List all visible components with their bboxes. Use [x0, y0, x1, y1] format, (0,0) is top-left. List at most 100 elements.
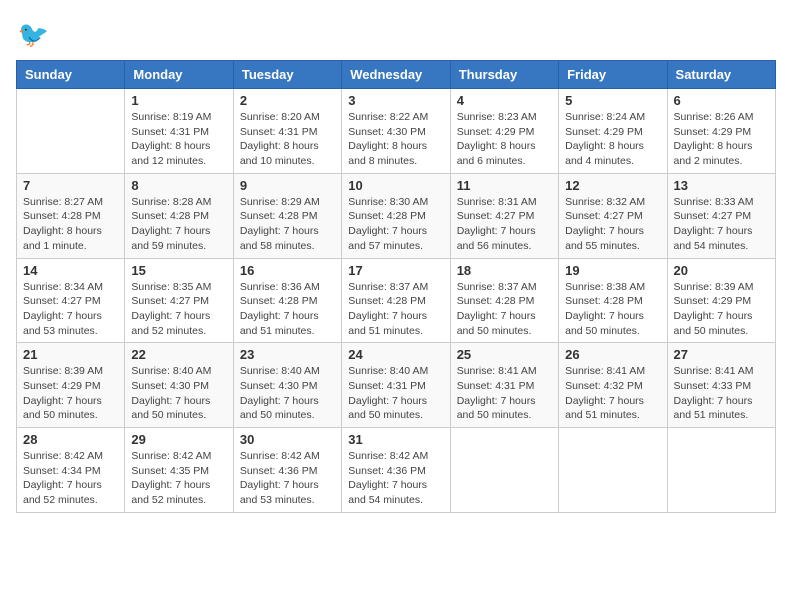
day-number: 26: [565, 347, 660, 362]
calendar-cell: 24 Sunrise: 8:40 AM Sunset: 4:31 PM Dayli…: [342, 343, 450, 428]
day-info: Sunrise: 8:42 AM Sunset: 4:34 PM Dayligh…: [23, 449, 118, 508]
calendar-cell: 19 Sunrise: 8:38 AM Sunset: 4:28 PM Dayli…: [559, 258, 667, 343]
day-info: Sunrise: 8:19 AM Sunset: 4:31 PM Dayligh…: [131, 110, 226, 169]
calendar-cell: 2Sunrise: 8:20 AM Sunset: 4:31 PM Daylig…: [233, 89, 341, 174]
day-number: 6: [674, 93, 769, 108]
calendar-cell: 29 Sunrise: 8:42 AM Sunset: 4:35 PM Dayli…: [125, 428, 233, 513]
day-number: 17: [348, 263, 443, 278]
calendar-cell: 23 Sunrise: 8:40 AM Sunset: 4:30 PM Dayli…: [233, 343, 341, 428]
calendar-cell: 4 Sunrise: 8:23 AM Sunset: 4:29 PM Daylig…: [450, 89, 558, 174]
calendar-cell: [17, 89, 125, 174]
day-info: Sunrise: 8:39 AM Sunset: 4:29 PM Dayligh…: [23, 364, 118, 423]
day-info: Sunrise: 8:29 AM Sunset: 4:28 PM Dayligh…: [240, 195, 335, 254]
day-info: Sunrise: 8:31 AM Sunset: 4:27 PM Dayligh…: [457, 195, 552, 254]
day-number: 4: [457, 93, 552, 108]
day-number: 16: [240, 263, 335, 278]
calendar-cell: 5 Sunrise: 8:24 AM Sunset: 4:29 PM Daylig…: [559, 89, 667, 174]
calendar-cell: 6Sunrise: 8:26 AM Sunset: 4:29 PM Daylig…: [667, 89, 775, 174]
calendar-cell: 30 Sunrise: 8:42 AM Sunset: 4:36 PM Dayli…: [233, 428, 341, 513]
day-info: Sunrise: 8:33 AM Sunset: 4:27 PM Dayligh…: [674, 195, 769, 254]
calendar-cell: 31Sunrise: 8:42 AM Sunset: 4:36 PM Dayli…: [342, 428, 450, 513]
calendar-week-5: 28 Sunrise: 8:42 AM Sunset: 4:34 PM Dayli…: [17, 428, 776, 513]
day-info: Sunrise: 8:32 AM Sunset: 4:27 PM Dayligh…: [565, 195, 660, 254]
column-header-monday: Monday: [125, 61, 233, 89]
calendar-cell: 15 Sunrise: 8:35 AM Sunset: 4:27 PM Dayli…: [125, 258, 233, 343]
day-number: 14: [23, 263, 118, 278]
day-info: Sunrise: 8:40 AM Sunset: 4:30 PM Dayligh…: [240, 364, 335, 423]
calendar-week-3: 14 Sunrise: 8:34 AM Sunset: 4:27 PM Dayli…: [17, 258, 776, 343]
calendar-cell: 1Sunrise: 8:19 AM Sunset: 4:31 PM Daylig…: [125, 89, 233, 174]
day-info: Sunrise: 8:38 AM Sunset: 4:28 PM Dayligh…: [565, 280, 660, 339]
calendar-cell: 9 Sunrise: 8:29 AM Sunset: 4:28 PM Daylig…: [233, 173, 341, 258]
calendar-cell: 14 Sunrise: 8:34 AM Sunset: 4:27 PM Dayli…: [17, 258, 125, 343]
day-info: Sunrise: 8:27 AM Sunset: 4:28 PM Dayligh…: [23, 195, 118, 254]
calendar-cell: 7Sunrise: 8:27 AM Sunset: 4:28 PM Daylig…: [17, 173, 125, 258]
day-number: 5: [565, 93, 660, 108]
calendar-cell: 16 Sunrise: 8:36 AM Sunset: 4:28 PM Dayli…: [233, 258, 341, 343]
day-number: 13: [674, 178, 769, 193]
day-number: 29: [131, 432, 226, 447]
calendar-cell: 17 Sunrise: 8:37 AM Sunset: 4:28 PM Dayli…: [342, 258, 450, 343]
day-number: 31: [348, 432, 443, 447]
day-info: Sunrise: 8:30 AM Sunset: 4:28 PM Dayligh…: [348, 195, 443, 254]
calendar-cell: 8 Sunrise: 8:28 AM Sunset: 4:28 PM Daylig…: [125, 173, 233, 258]
calendar-cell: 3 Sunrise: 8:22 AM Sunset: 4:30 PM Daylig…: [342, 89, 450, 174]
calendar-week-4: 21Sunrise: 8:39 AM Sunset: 4:29 PM Dayli…: [17, 343, 776, 428]
column-header-tuesday: Tuesday: [233, 61, 341, 89]
calendar-header-row: SundayMondayTuesdayWednesdayThursdayFrid…: [17, 61, 776, 89]
day-number: 20: [674, 263, 769, 278]
column-header-saturday: Saturday: [667, 61, 775, 89]
day-info: Sunrise: 8:39 AM Sunset: 4:29 PM Dayligh…: [674, 280, 769, 339]
day-number: 15: [131, 263, 226, 278]
day-info: Sunrise: 8:28 AM Sunset: 4:28 PM Dayligh…: [131, 195, 226, 254]
day-info: Sunrise: 8:36 AM Sunset: 4:28 PM Dayligh…: [240, 280, 335, 339]
day-number: 25: [457, 347, 552, 362]
calendar-week-1: 1Sunrise: 8:19 AM Sunset: 4:31 PM Daylig…: [17, 89, 776, 174]
calendar-cell: 22 Sunrise: 8:40 AM Sunset: 4:30 PM Dayli…: [125, 343, 233, 428]
day-number: 18: [457, 263, 552, 278]
logo-icon: 🐦: [16, 16, 52, 52]
day-number: 9: [240, 178, 335, 193]
calendar-cell: 18Sunrise: 8:37 AM Sunset: 4:28 PM Dayli…: [450, 258, 558, 343]
day-info: Sunrise: 8:22 AM Sunset: 4:30 PM Dayligh…: [348, 110, 443, 169]
day-number: 23: [240, 347, 335, 362]
calendar-cell: [667, 428, 775, 513]
day-number: 19: [565, 263, 660, 278]
calendar-cell: 21Sunrise: 8:39 AM Sunset: 4:29 PM Dayli…: [17, 343, 125, 428]
day-info: Sunrise: 8:34 AM Sunset: 4:27 PM Dayligh…: [23, 280, 118, 339]
calendar-cell: 11 Sunrise: 8:31 AM Sunset: 4:27 PM Dayli…: [450, 173, 558, 258]
svg-text:🐦: 🐦: [18, 21, 49, 49]
day-number: 11: [457, 178, 552, 193]
day-number: 22: [131, 347, 226, 362]
calendar-cell: 20 Sunrise: 8:39 AM Sunset: 4:29 PM Dayli…: [667, 258, 775, 343]
day-number: 12: [565, 178, 660, 193]
column-header-sunday: Sunday: [17, 61, 125, 89]
day-info: Sunrise: 8:41 AM Sunset: 4:32 PM Dayligh…: [565, 364, 660, 423]
day-info: Sunrise: 8:40 AM Sunset: 4:31 PM Dayligh…: [348, 364, 443, 423]
day-number: 24: [348, 347, 443, 362]
calendar-cell: 27 Sunrise: 8:41 AM Sunset: 4:33 PM Dayli…: [667, 343, 775, 428]
day-number: 10: [348, 178, 443, 193]
day-number: 3: [348, 93, 443, 108]
day-info: Sunrise: 8:42 AM Sunset: 4:36 PM Dayligh…: [240, 449, 335, 508]
column-header-thursday: Thursday: [450, 61, 558, 89]
day-number: 8: [131, 178, 226, 193]
day-info: Sunrise: 8:23 AM Sunset: 4:29 PM Dayligh…: [457, 110, 552, 169]
day-info: Sunrise: 8:41 AM Sunset: 4:33 PM Dayligh…: [674, 364, 769, 423]
day-number: 30: [240, 432, 335, 447]
day-info: Sunrise: 8:40 AM Sunset: 4:30 PM Dayligh…: [131, 364, 226, 423]
calendar-cell: 26 Sunrise: 8:41 AM Sunset: 4:32 PM Dayli…: [559, 343, 667, 428]
day-info: Sunrise: 8:35 AM Sunset: 4:27 PM Dayligh…: [131, 280, 226, 339]
day-info: Sunrise: 8:41 AM Sunset: 4:31 PM Dayligh…: [457, 364, 552, 423]
calendar-cell: 12 Sunrise: 8:32 AM Sunset: 4:27 PM Dayli…: [559, 173, 667, 258]
day-info: Sunrise: 8:24 AM Sunset: 4:29 PM Dayligh…: [565, 110, 660, 169]
day-number: 27: [674, 347, 769, 362]
day-info: Sunrise: 8:42 AM Sunset: 4:35 PM Dayligh…: [131, 449, 226, 508]
calendar-cell: 28 Sunrise: 8:42 AM Sunset: 4:34 PM Dayli…: [17, 428, 125, 513]
day-number: 28: [23, 432, 118, 447]
calendar-table: SundayMondayTuesdayWednesdayThursdayFrid…: [16, 60, 776, 513]
calendar-cell: [559, 428, 667, 513]
column-header-friday: Friday: [559, 61, 667, 89]
day-info: Sunrise: 8:37 AM Sunset: 4:28 PM Dayligh…: [348, 280, 443, 339]
calendar-week-2: 7Sunrise: 8:27 AM Sunset: 4:28 PM Daylig…: [17, 173, 776, 258]
